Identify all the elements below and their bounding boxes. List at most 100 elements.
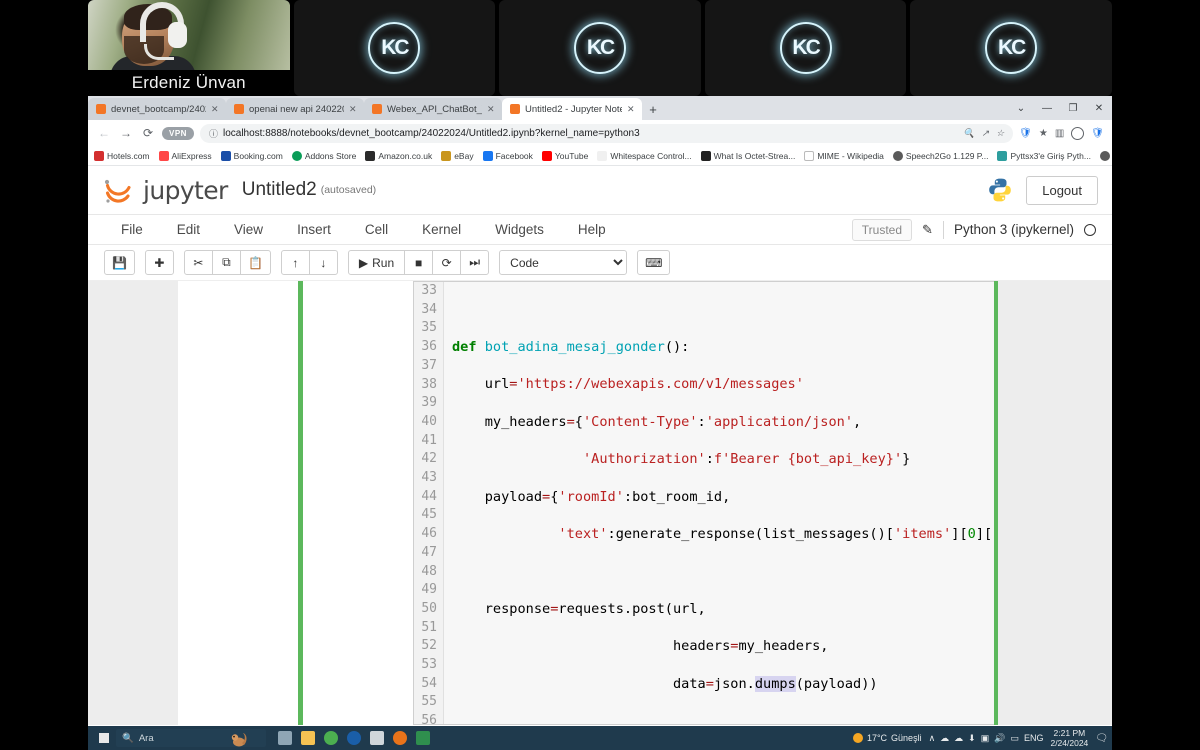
cloud-icon[interactable]: ☁ xyxy=(954,733,963,744)
new-tab-button[interactable]: + xyxy=(642,98,664,120)
webex-icon[interactable] xyxy=(347,731,361,745)
search-icon[interactable]: 🔍 xyxy=(963,128,974,139)
notification-center-icon[interactable]: 🗨 xyxy=(1095,733,1108,744)
save-button[interactable]: 💾 xyxy=(104,250,135,275)
bookmark-item[interactable]: Facebook xyxy=(482,150,533,161)
logout-button[interactable]: Logout xyxy=(1026,175,1098,205)
cell-type-select[interactable]: Code xyxy=(499,250,628,275)
command-palette-button[interactable]: ⌨ xyxy=(637,250,671,275)
window-close-icon[interactable]: ✕ xyxy=(1086,103,1112,114)
usb-icon[interactable]: ⬇ xyxy=(968,733,976,744)
menu-edit[interactable]: Edit xyxy=(160,222,217,237)
bookmark-item[interactable]: AliExpress xyxy=(158,150,212,161)
pencil-icon[interactable]: ✎ xyxy=(922,222,933,238)
taskbar-clock[interactable]: 2:21 PM 2/24/2024 xyxy=(1050,728,1088,748)
close-icon[interactable]: ✕ xyxy=(211,104,220,114)
app-icon[interactable] xyxy=(416,731,430,745)
back-icon[interactable]: ← xyxy=(96,125,112,141)
menu-view[interactable]: View xyxy=(217,222,280,237)
bookmark-item[interactable]: What Is Octet-Strea... xyxy=(700,150,795,161)
address-bar[interactable]: ⓘ localhost:8888/notebooks/devnet_bootca… xyxy=(199,123,1014,143)
bookmark-item[interactable]: Addons Store xyxy=(291,150,356,161)
code-editor[interactable]: 33 34 35 36 37 38 39 40 41 42 43 44 45 46 47 48 49 50 5… xyxy=(413,281,998,725)
bookmark-item[interactable]: Hotels.com xyxy=(94,150,150,161)
menu-kernel[interactable]: Kernel xyxy=(405,222,478,237)
start-button[interactable] xyxy=(92,733,116,743)
move-cell-down-button[interactable]: ↓ xyxy=(308,250,338,275)
paste-button[interactable]: 📋 xyxy=(239,250,271,275)
video-tile-4[interactable]: KC xyxy=(704,0,907,96)
browser-tab-3[interactable]: Webex_API_ChatBot_With_Ope ✕ xyxy=(364,98,502,120)
share-icon[interactable]: ↗ xyxy=(982,128,990,139)
toolbar-group-save: 💾 xyxy=(104,250,135,275)
menu-file[interactable]: File xyxy=(104,222,160,237)
forward-icon[interactable]: → xyxy=(118,125,134,141)
battery-icon[interactable]: ▭ xyxy=(1010,733,1019,744)
video-tile-speaker[interactable]: Erdeniz Ünvan xyxy=(88,0,290,96)
terminal-icon[interactable] xyxy=(370,731,384,745)
menu-help[interactable]: Help xyxy=(561,222,623,237)
close-icon[interactable]: ✕ xyxy=(627,104,636,114)
bookmark-item[interactable]: YouTube xyxy=(541,150,589,161)
star-icon[interactable]: ☆ xyxy=(996,128,1004,139)
security-icon[interactable]: 🛡 xyxy=(1091,128,1104,139)
menu-insert[interactable]: Insert xyxy=(280,222,348,237)
reload-icon[interactable]: ⟳ xyxy=(140,125,156,141)
file-explorer-icon[interactable] xyxy=(301,731,315,745)
bookmark-label: YouTube xyxy=(554,150,589,161)
interrupt-kernel-button[interactable]: ■ xyxy=(404,250,434,275)
browser-tab-4-active[interactable]: Untitled2 - Jupyter Notebook ✕ xyxy=(502,98,642,120)
trusted-badge[interactable]: Trusted xyxy=(851,218,913,241)
code-cell[interactable]: 33 34 35 36 37 38 39 40 41 42 43 44 45 46 47 48 49 50 5… xyxy=(178,281,998,725)
sidepanel-icon[interactable]: ▥ xyxy=(1055,128,1064,139)
restart-run-all-button[interactable]: ⏭ xyxy=(460,250,490,275)
profile-icon[interactable] xyxy=(1071,126,1085,140)
extensions-icon[interactable]: ★ xyxy=(1039,128,1048,139)
jupyter-logo[interactable]: jupyter xyxy=(102,174,228,206)
run-button[interactable]: ▶ Run xyxy=(347,250,406,275)
bookmark-item[interactable]: Pyttsx3'e Giriş Pyth... xyxy=(997,150,1091,161)
site-info-icon[interactable]: ⓘ xyxy=(209,127,218,140)
bookmark-item[interactable]: Speech2Go 1.129 P... xyxy=(892,150,988,161)
firefox-icon[interactable] xyxy=(393,731,407,745)
bookmark-item[interactable]: Whitespace Control... xyxy=(597,150,692,161)
bookmark-item[interactable]: eBay xyxy=(441,150,474,161)
network-icon[interactable]: ▣ xyxy=(981,733,990,744)
tray-chevron-icon[interactable]: ∧ xyxy=(929,733,936,744)
insert-cell-button[interactable]: ✚ xyxy=(144,250,174,275)
copy-button[interactable]: ⧉ xyxy=(211,250,241,275)
menu-cell[interactable]: Cell xyxy=(348,222,405,237)
bookmark-item[interactable]: Booking.com xyxy=(220,150,283,161)
code-text[interactable]: def bot_adina_mesaj_gonder(): url='https… xyxy=(444,282,998,724)
code-line-38: payload={'roomId':bot_room_id, xyxy=(452,488,731,505)
shield-icon[interactable]: 🛡 xyxy=(1019,128,1032,139)
browser-tab-1[interactable]: devnet_bootcamp/24022024/ ✕ xyxy=(88,98,226,120)
weather-widget[interactable]: 17°C Güneşli xyxy=(852,733,922,743)
bookmark-label: AliExpress xyxy=(171,150,212,161)
chrome-icon[interactable] xyxy=(324,731,338,745)
bookmark-favicon-icon xyxy=(220,150,231,161)
minimize-icon[interactable]: ⌄ xyxy=(1008,103,1034,114)
task-view-icon[interactable] xyxy=(278,731,292,745)
video-tile-3[interactable]: KC xyxy=(499,0,701,96)
bookmark-item[interactable]: MIME - Wikipedia xyxy=(804,150,884,161)
video-tile-2[interactable]: KC xyxy=(293,0,496,96)
browser-tab-2[interactable]: openai new api 24022024 - Jup ✕ xyxy=(226,98,364,120)
onedrive-icon[interactable]: ☁ xyxy=(940,733,949,744)
volume-icon[interactable]: 🔊 xyxy=(994,733,1005,744)
video-tile-5[interactable]: KC xyxy=(910,0,1112,96)
bookmark-favicon-icon xyxy=(94,150,104,161)
bookmark-item[interactable]: Download Video in... xyxy=(1099,150,1112,161)
menu-widgets[interactable]: Widgets xyxy=(478,222,561,237)
cut-button[interactable]: ✂ xyxy=(183,250,213,275)
language-indicator[interactable]: ENG xyxy=(1024,733,1044,743)
notebook-title[interactable]: Untitled2 xyxy=(242,179,317,201)
window-minimize-icon[interactable]: — xyxy=(1034,103,1060,114)
window-maximize-icon[interactable]: ❐ xyxy=(1060,103,1086,114)
bookmark-item[interactable]: Amazon.co.uk xyxy=(365,150,432,161)
close-icon[interactable]: ✕ xyxy=(487,104,496,114)
vpn-badge[interactable]: VPN xyxy=(162,126,194,140)
restart-kernel-button[interactable]: ⟳ xyxy=(432,250,462,275)
close-icon[interactable]: ✕ xyxy=(349,104,358,114)
move-cell-up-button[interactable]: ↑ xyxy=(280,250,310,275)
